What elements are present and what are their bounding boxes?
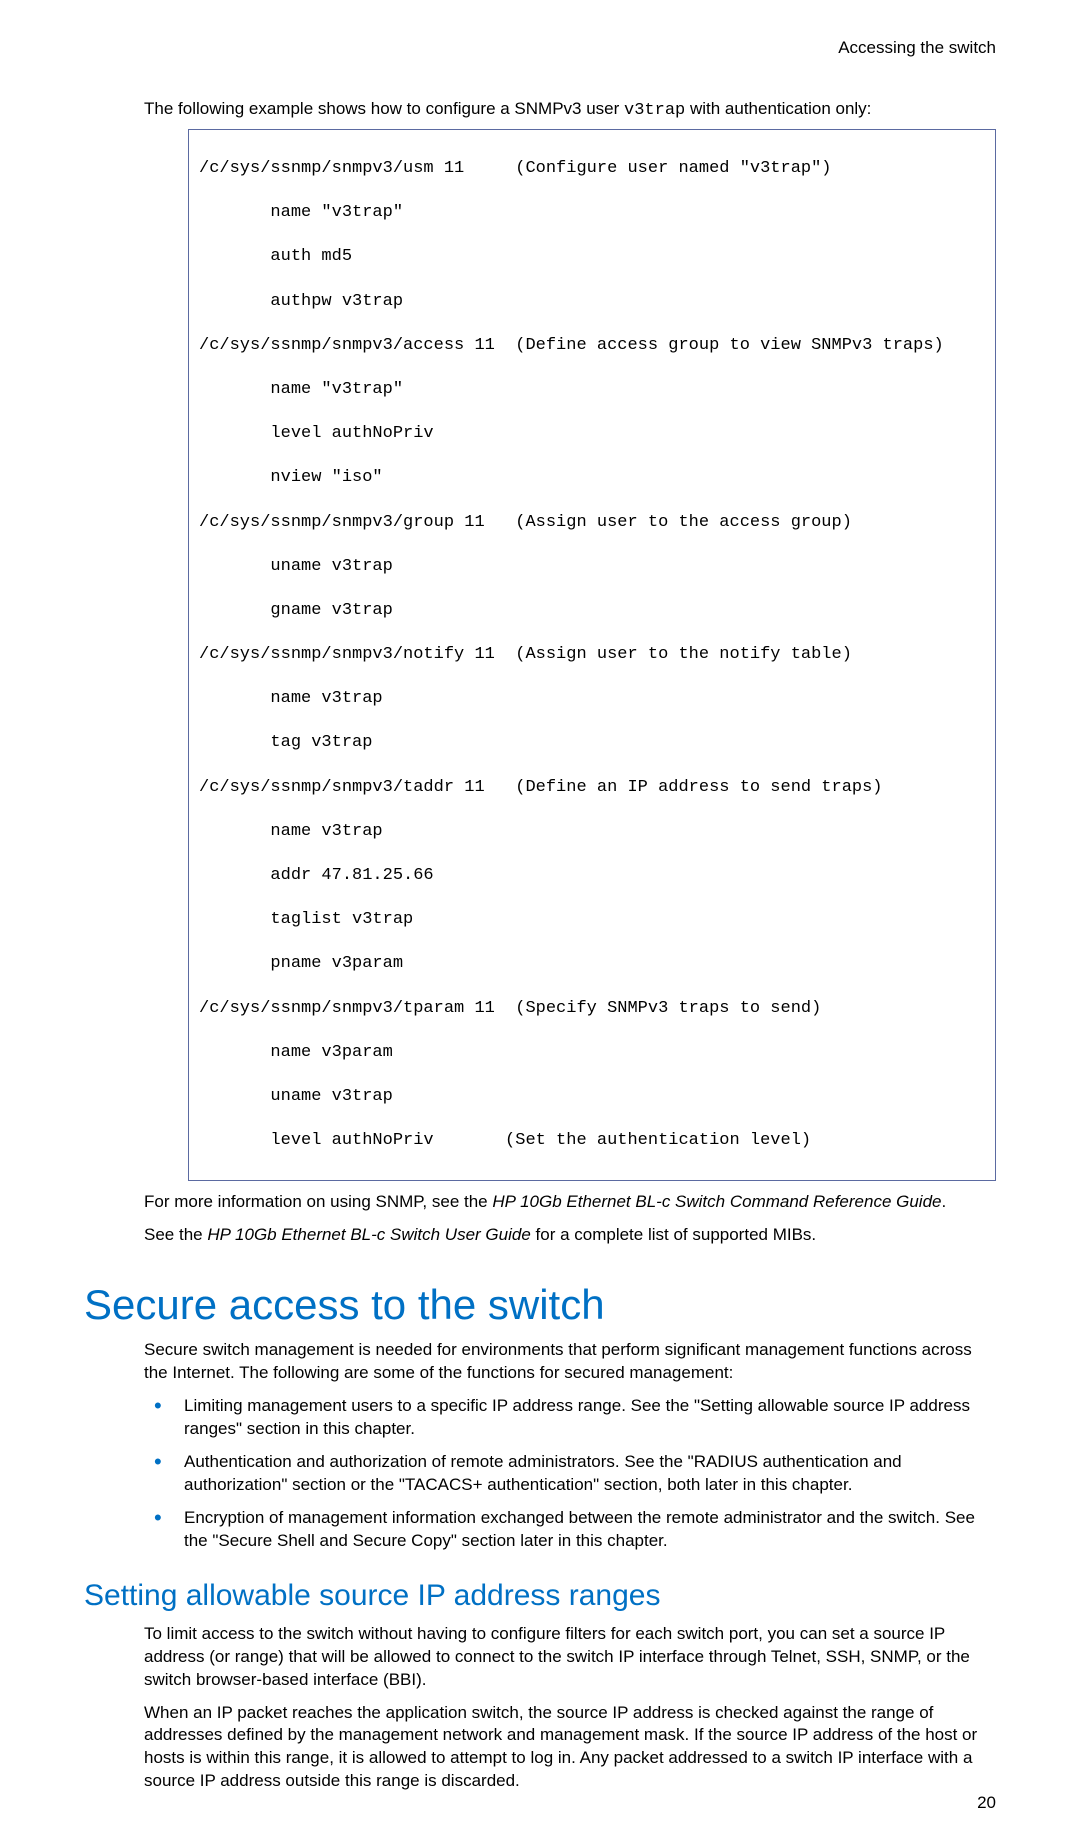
section-heading: Secure access to the switch <box>84 1281 996 1329</box>
code-line: name v3trap <box>199 688 985 710</box>
code-line: level authNoPriv (Set the authentication… <box>199 1130 985 1152</box>
code-line: auth md5 <box>199 246 985 268</box>
reference-title: HP 10Gb Ethernet BL-c Switch User Guide <box>207 1225 530 1244</box>
page-number: 20 <box>977 1793 996 1813</box>
code-line: /c/sys/ssnmp/snmpv3/usm 11 (Configure us… <box>199 158 985 180</box>
subsection-heading: Setting allowable source IP address rang… <box>84 1579 996 1613</box>
list-item: Limiting management users to a specific … <box>144 1395 996 1441</box>
code-line: /c/sys/ssnmp/snmpv3/taddr 11 (Define an … <box>199 777 985 799</box>
code-line: pname v3param <box>199 953 985 975</box>
code-line: uname v3trap <box>199 1086 985 1108</box>
code-line: /c/sys/ssnmp/snmpv3/group 11 (Assign use… <box>199 512 985 534</box>
running-header: Accessing the switch <box>84 38 996 58</box>
subsection-para-2: When an IP packet reaches the applicatio… <box>144 1702 996 1794</box>
intro-paragraph: The following example shows how to confi… <box>144 98 996 123</box>
code-line: /c/sys/ssnmp/snmpv3/notify 11 (Assign us… <box>199 644 985 666</box>
code-line: name v3param <box>199 1042 985 1064</box>
code-line: name v3trap <box>199 821 985 843</box>
code-line: /c/sys/ssnmp/snmpv3/tparam 11 (Specify S… <box>199 998 985 1020</box>
code-line: authpw v3trap <box>199 291 985 313</box>
intro-prefix: The following example shows how to confi… <box>144 99 624 118</box>
intro-suffix: with authentication only: <box>685 99 871 118</box>
code-line: addr 47.81.25.66 <box>199 865 985 887</box>
list-item: Encryption of management information exc… <box>144 1507 996 1553</box>
list-item: Authentication and authorization of remo… <box>144 1451 996 1497</box>
code-line: taglist v3trap <box>199 909 985 931</box>
code-block: /c/sys/ssnmp/snmpv3/usm 11 (Configure us… <box>188 129 996 1181</box>
text: For more information on using SNMP, see … <box>144 1192 492 1211</box>
text: See the <box>144 1225 207 1244</box>
text: . <box>942 1192 947 1211</box>
code-line: level authNoPriv <box>199 423 985 445</box>
intro-code-user: v3trap <box>624 101 685 120</box>
reference-title: HP 10Gb Ethernet BL-c Switch Command Ref… <box>492 1192 941 1211</box>
code-line: /c/sys/ssnmp/snmpv3/access 11 (Define ac… <box>199 335 985 357</box>
text: for a complete list of supported MIBs. <box>531 1225 816 1244</box>
code-line: name "v3trap" <box>199 379 985 401</box>
code-line: uname v3trap <box>199 556 985 578</box>
code-line: tag v3trap <box>199 732 985 754</box>
after-code-para-2: See the HP 10Gb Ethernet BL-c Switch Use… <box>144 1224 996 1247</box>
code-line: gname v3trap <box>199 600 985 622</box>
after-code-para-1: For more information on using SNMP, see … <box>144 1191 996 1214</box>
code-line: name "v3trap" <box>199 202 985 224</box>
section-intro: Secure switch management is needed for e… <box>144 1339 996 1385</box>
subsection-para-1: To limit access to the switch without ha… <box>144 1623 996 1692</box>
code-line: nview "iso" <box>199 467 985 489</box>
document-page: Accessing the switch The following examp… <box>0 0 1080 1843</box>
bullet-list: Limiting management users to a specific … <box>144 1395 996 1553</box>
